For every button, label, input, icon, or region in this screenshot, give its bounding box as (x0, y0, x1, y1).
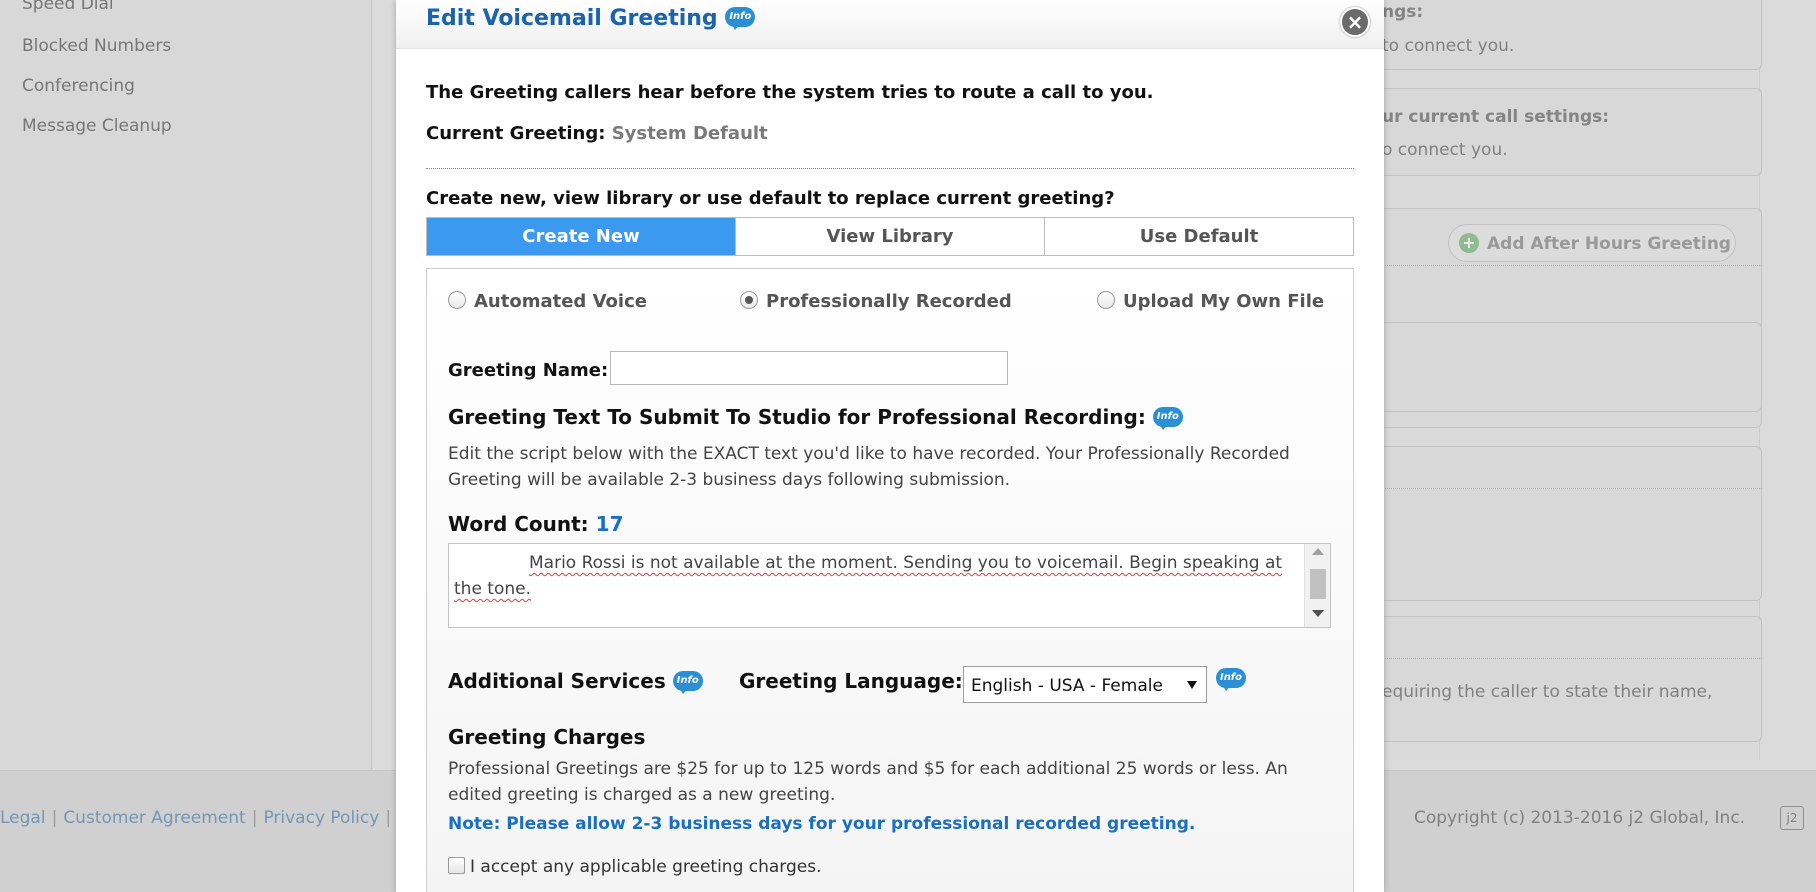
accept-charges-checkbox[interactable] (448, 857, 465, 874)
create-new-panel: Automated Voice Professionally Recorded … (426, 268, 1354, 892)
scroll-down-arrow-icon[interactable] (1312, 610, 1324, 617)
radio-button[interactable] (448, 291, 466, 309)
modal-title-text: Edit Voicemail Greeting (426, 6, 718, 31)
greeting-language-value: English - USA - Female (971, 676, 1163, 696)
info-icon[interactable]: Info (672, 670, 703, 695)
radio-professionally-recorded[interactable]: Professionally Recorded (740, 291, 1012, 312)
current-greeting: Current Greeting: System Default (426, 123, 768, 144)
radio-button-checked[interactable] (740, 291, 758, 309)
tab-view-library[interactable]: View Library (735, 218, 1044, 255)
divider (426, 168, 1354, 169)
word-count-label: Word Count: (448, 512, 589, 536)
word-count-value: 17 (595, 512, 624, 536)
radio-label: Upload My Own File (1123, 291, 1325, 312)
greeting-language-label: Greeting Language: (739, 669, 963, 693)
greeting-charges-description: Professional Greetings are $25 for up to… (448, 759, 1288, 805)
additional-services: Additional Services Info (448, 669, 703, 695)
greeting-name-label: Greeting Name: (448, 360, 609, 381)
business-days-note: Note: Please allow 2-3 business days for… (448, 814, 1196, 834)
info-icon[interactable]: Info (1216, 668, 1246, 692)
accept-charges-label: I accept any applicable greeting charges… (470, 857, 822, 877)
greeting-text-heading: Greeting Text To Submit To Studio for Pr… (448, 405, 1183, 431)
replace-question: Create new, view library or use default … (426, 188, 1115, 209)
textarea-scrollbar[interactable] (1304, 544, 1330, 627)
accept-charges-row[interactable]: I accept any applicable greeting charges… (448, 857, 822, 877)
modal-title: Edit Voicemail Greeting Info (426, 6, 756, 31)
greeting-language-select[interactable]: English - USA - Female (963, 666, 1207, 703)
edit-voicemail-greeting-dialog: Edit Voicemail Greeting Info × The Greet… (396, 0, 1384, 892)
radio-button[interactable] (1097, 291, 1115, 309)
scroll-up-arrow-icon[interactable] (1312, 548, 1324, 555)
info-icon[interactable]: Info (725, 7, 756, 31)
greeting-name-input[interactable] (610, 351, 1008, 385)
close-icon[interactable]: × (1340, 7, 1370, 37)
current-greeting-label: Current Greeting: (426, 123, 606, 144)
greeting-script-text[interactable]: Mario Rossi is not available at the mome… (454, 550, 1304, 602)
greeting-source-tabs: Create New View Library Use Default (426, 217, 1354, 256)
word-count: Word Count: 17 (448, 512, 624, 536)
tab-use-default[interactable]: Use Default (1044, 218, 1353, 255)
radio-label: Automated Voice (474, 291, 647, 312)
greeting-charges-heading: Greeting Charges (448, 725, 646, 749)
greeting-text-description: Edit the script below with the EXACT tex… (448, 444, 1290, 490)
radio-automated-voice[interactable]: Automated Voice (448, 291, 647, 312)
additional-services-label: Additional Services (448, 669, 666, 693)
scroll-thumb[interactable] (1310, 569, 1326, 599)
greeting-script-textarea[interactable]: Mario Rossi is not available at the mome… (448, 543, 1331, 628)
dropdown-arrow-icon (1187, 681, 1197, 689)
radio-upload-own-file[interactable]: Upload My Own File (1097, 291, 1324, 312)
radio-label: Professionally Recorded (766, 291, 1012, 312)
tab-create-new[interactable]: Create New (427, 218, 735, 255)
info-icon[interactable]: Info (1152, 406, 1183, 431)
current-greeting-value: System Default (611, 123, 768, 144)
modal-header: Edit Voicemail Greeting Info × (396, 0, 1384, 49)
greeting-text-heading-text: Greeting Text To Submit To Studio for Pr… (448, 405, 1146, 429)
greeting-intro: The Greeting callers hear before the sys… (426, 82, 1154, 103)
